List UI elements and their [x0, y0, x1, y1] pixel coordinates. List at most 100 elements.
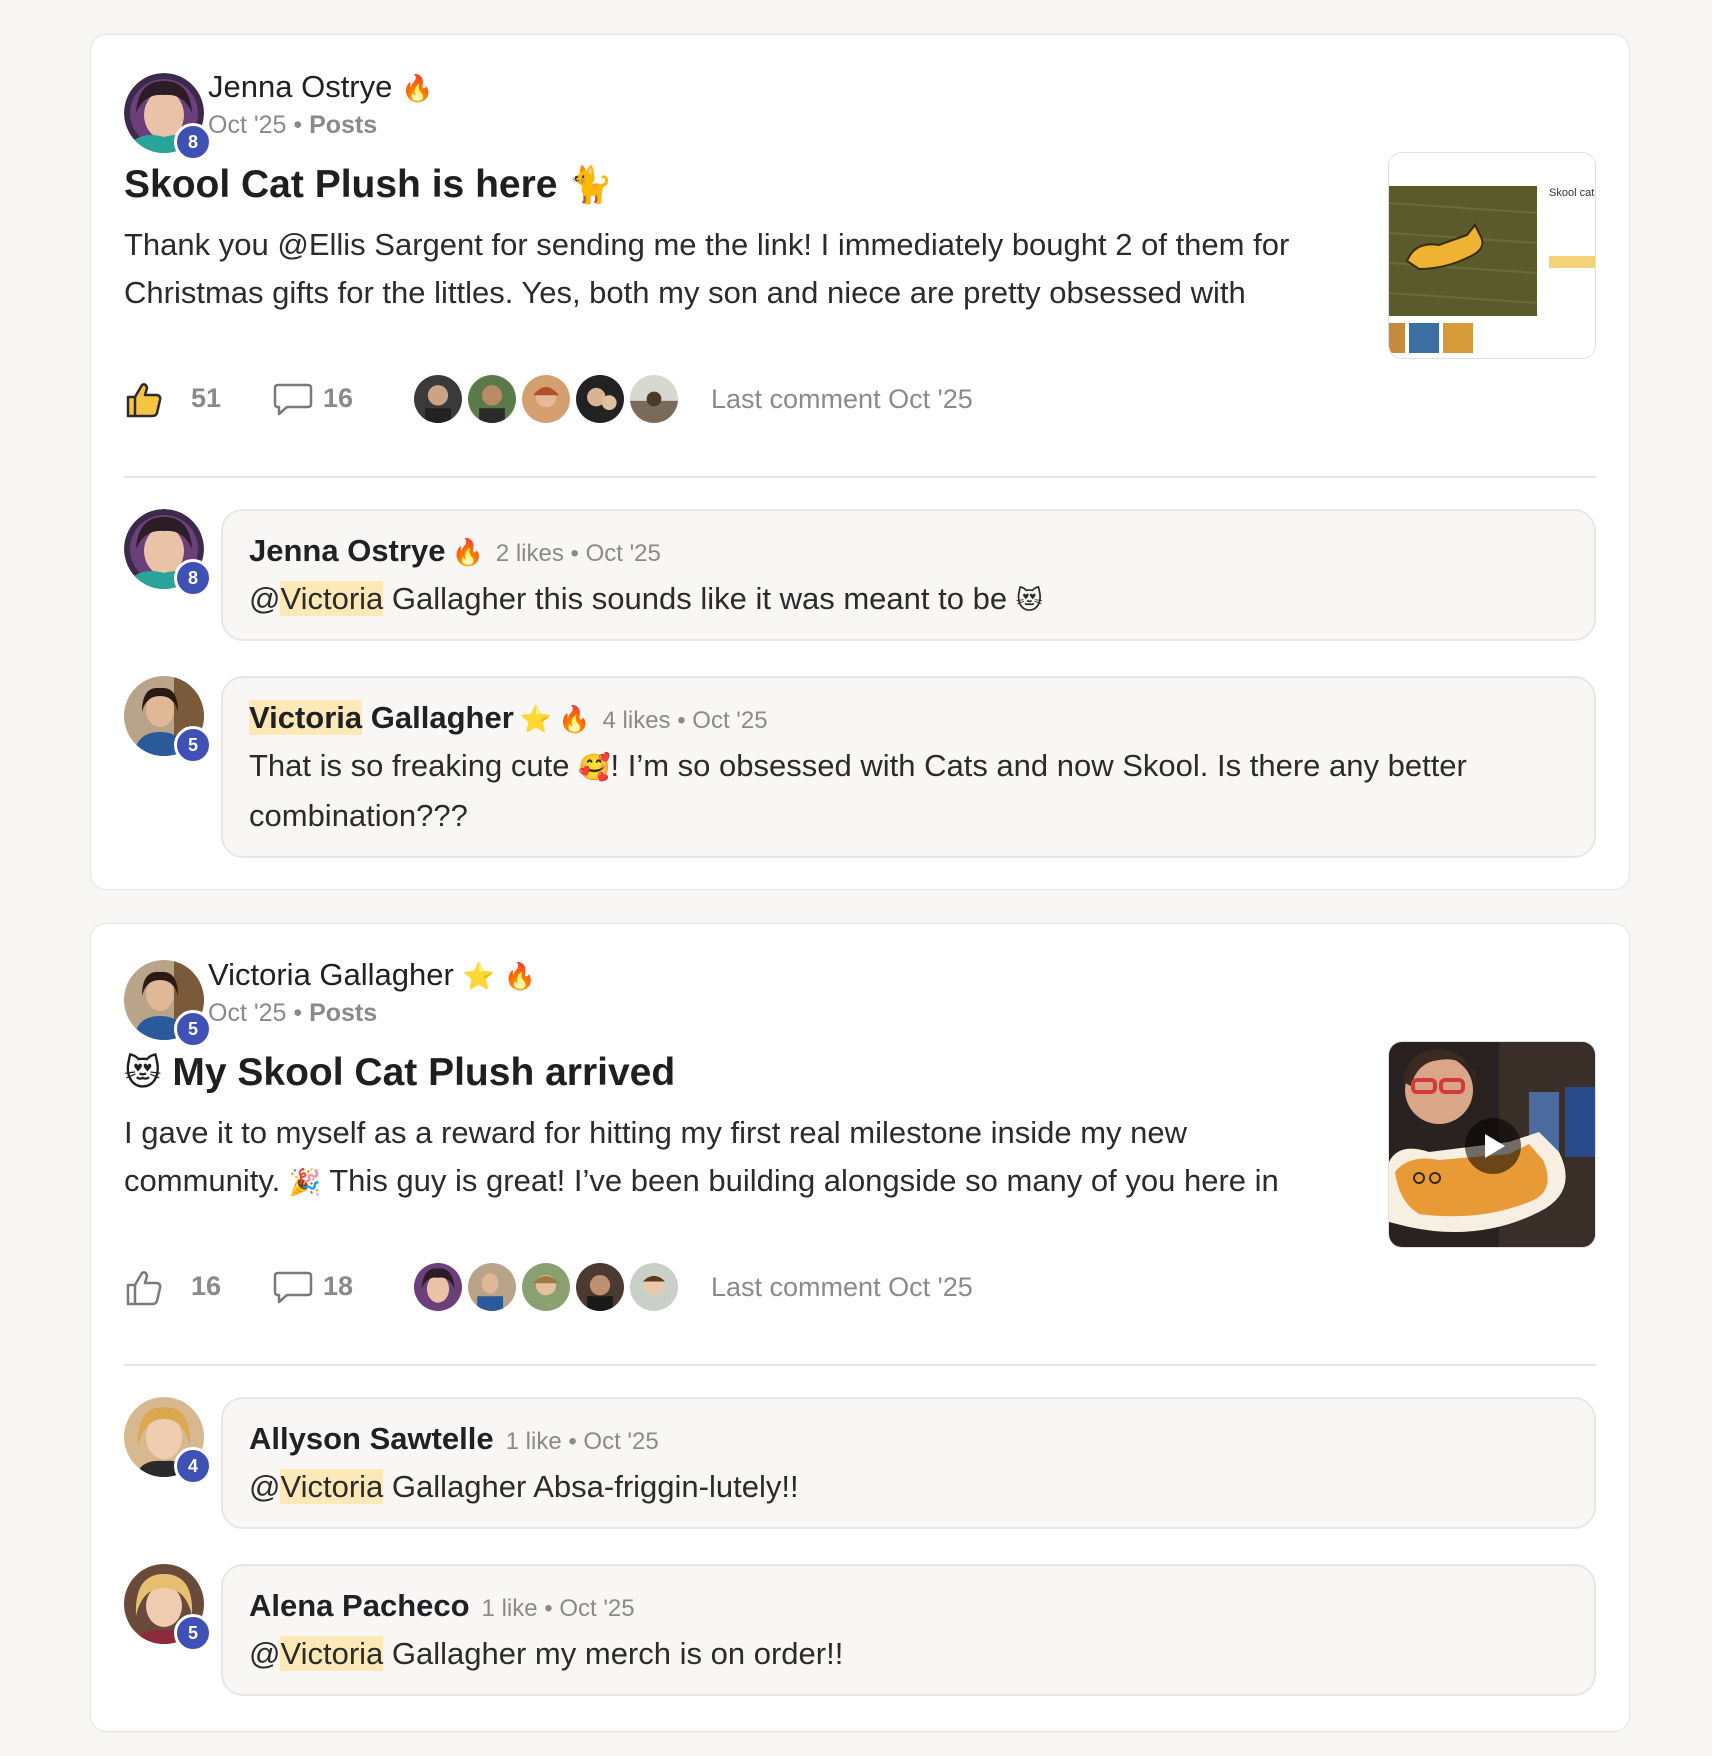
thumbs-up-icon[interactable]	[124, 1268, 164, 1308]
author-name-text[interactable]: Jenna Ostrye	[208, 69, 392, 104]
fire-icon: 🔥	[451, 538, 484, 568]
party-popper-emoji: 🎉	[288, 1168, 322, 1198]
mention[interactable]: Victoria	[280, 581, 384, 616]
comment-text: @Victoria Gallagher my merch is on order…	[249, 1636, 844, 1671]
video-thumbnail[interactable]	[1388, 1041, 1596, 1248]
comment-count: 16	[323, 383, 354, 413]
commenter-name[interactable]: Allyson Sawtelle	[249, 1421, 494, 1457]
commenter-avatar[interactable]: 5	[124, 1564, 212, 1652]
thumbnail-caption: Skool cat	[1549, 187, 1595, 199]
commenter-avatar[interactable]: 4	[124, 1397, 212, 1485]
comment-header: Allyson Sawtelle 1 like • Oct '25	[249, 1421, 659, 1457]
level-badge: 8	[174, 123, 212, 161]
comment-meta: 1 like • Oct '25	[481, 1595, 635, 1622]
post-card[interactable]: 5 Victoria Gallagher ⭐ 🔥 Oct '25 • Posts…	[90, 923, 1630, 1732]
like-count: 51	[191, 383, 222, 413]
post-body-text: community.	[124, 1163, 281, 1198]
speech-bubble-icon[interactable]	[273, 1269, 313, 1305]
fire-icon: 🔥	[401, 74, 434, 104]
post-body[interactable]: Thank you @Ellis Sargent for sending me …	[124, 221, 1324, 317]
comment-header: Jenna Ostrye 🔥 2 likes • Oct '25	[249, 533, 661, 569]
commenter-avatar	[628, 1261, 680, 1313]
like-count: 16	[191, 1271, 222, 1301]
heart-eyes-cat-emoji: 😻	[1015, 586, 1043, 616]
cat-emoji: 🐈	[568, 165, 614, 206]
comment-bubble[interactable]: Jenna Ostrye 🔥 2 likes • Oct '25 @Victor…	[221, 509, 1596, 641]
commenter-avatar	[520, 1261, 572, 1313]
post-card[interactable]: 8 Jenna Ostrye 🔥 Oct '25 • Posts Skool C…	[90, 34, 1630, 890]
recent-commenters[interactable]	[412, 1261, 682, 1313]
post-category[interactable]: Posts	[309, 111, 377, 139]
level-badge: 5	[174, 1010, 212, 1048]
post-title-text[interactable]: Skool Cat Plush is here	[124, 163, 557, 206]
commenter-name[interactable]: Victoria Gallagher	[249, 700, 514, 736]
author-name[interactable]: Jenna Ostrye 🔥	[208, 69, 433, 105]
post-meta: Oct '25 • Posts	[208, 111, 378, 139]
commenter-name[interactable]: Alena Pacheco	[249, 1588, 470, 1624]
star-icon: ⭐	[462, 962, 495, 992]
comment-text: @Victoria Gallagher this sounds like it …	[249, 581, 1043, 616]
smiling-hearts-emoji: 🥰	[578, 753, 611, 783]
commenter-avatar[interactable]: 8	[124, 509, 212, 597]
comment-header: Alena Pacheco 1 like • Oct '25	[249, 1588, 635, 1624]
post-body[interactable]: I gave it to myself as a reward for hitt…	[124, 1109, 1324, 1207]
level-badge: 8	[174, 559, 212, 597]
commenter-name-rest: Gallagher	[362, 700, 514, 735]
comment-count: 18	[323, 1271, 354, 1301]
author-name[interactable]: Victoria Gallagher ⭐ 🔥	[208, 957, 536, 993]
post-title[interactable]: Skool Cat Plush is here 🐈	[124, 163, 613, 207]
commenter-avatar[interactable]: 5	[124, 676, 212, 764]
product-screenshot-image	[1389, 153, 1595, 358]
post-divider	[124, 1364, 1596, 1366]
comment-text-part: ! I’m so obsessed with Cats and now Skoo…	[610, 748, 1467, 783]
comment-text-body: Gallagher this sounds like it was meant …	[383, 581, 1008, 616]
post-meta: Oct '25 • Posts	[208, 999, 378, 1027]
commenter-name-highlight: Victoria	[249, 700, 363, 735]
mention[interactable]: Victoria	[280, 1636, 384, 1671]
comment-text-part: combination???	[249, 798, 468, 833]
post-body-line: community. 🎉 This guy is great! I’ve bee…	[124, 1157, 1324, 1207]
thumbs-up-icon[interactable]	[124, 380, 164, 420]
level-badge: 4	[174, 1447, 212, 1485]
post-title[interactable]: 😻 My Skool Cat Plush arrived	[124, 1051, 675, 1095]
post-category[interactable]: Posts	[309, 999, 377, 1027]
comment-bubble[interactable]: Allyson Sawtelle 1 like • Oct '25 @Victo…	[221, 1397, 1596, 1529]
author-avatar[interactable]: 8	[124, 73, 212, 161]
post-body-text: This guy is great! I’ve been building al…	[329, 1163, 1279, 1198]
speech-bubble-icon[interactable]	[273, 381, 313, 417]
level-badge: 5	[174, 1614, 212, 1652]
post-thumbnail[interactable]: Skool cat	[1388, 152, 1596, 359]
recent-commenters[interactable]	[412, 373, 682, 425]
comment-bubble[interactable]: Alena Pacheco 1 like • Oct '25 @Victoria…	[221, 1564, 1596, 1696]
post-divider	[124, 476, 1596, 478]
comment-text-body: Gallagher my merch is on order!!	[383, 1636, 844, 1671]
post-title-text[interactable]: My Skool Cat Plush arrived	[172, 1051, 675, 1094]
comment-bubble[interactable]: Victoria Gallagher ⭐ 🔥 4 likes • Oct '25…	[221, 676, 1596, 858]
post-date: Oct '25	[208, 999, 287, 1027]
commenter-avatar	[574, 373, 626, 425]
commenter-avatar	[412, 373, 464, 425]
fire-icon: 🔥	[503, 962, 536, 992]
commenter-avatar	[466, 1261, 518, 1313]
video-still-image	[1389, 1042, 1595, 1247]
author-avatar[interactable]: 5	[124, 960, 212, 1048]
post-body-line: Christmas gifts for the littles. Yes, bo…	[124, 275, 1246, 310]
author-name-text[interactable]: Victoria Gallagher	[208, 957, 454, 992]
post-body-line: Thank you @Ellis Sargent for sending me …	[124, 227, 1290, 262]
comment-text: @Victoria Gallagher Absa-friggin-lutely!…	[249, 1469, 799, 1504]
commenter-avatar	[520, 373, 572, 425]
commenter-name[interactable]: Jenna Ostrye	[249, 533, 445, 569]
last-comment-label[interactable]: Last comment Oct '25	[711, 384, 973, 415]
mention[interactable]: Victoria	[280, 1469, 384, 1504]
post-body-line: I gave it to myself as a reward for hitt…	[124, 1115, 1188, 1150]
commenter-avatar	[628, 373, 680, 425]
level-badge: 5	[174, 726, 212, 764]
commenter-avatar	[412, 1261, 464, 1313]
commenter-avatar	[574, 1261, 626, 1313]
last-comment-label[interactable]: Last comment Oct '25	[711, 1272, 973, 1303]
fire-icon: 🔥	[558, 705, 591, 735]
comment-text: That is so freaking cute 🥰! I’m so obses…	[249, 742, 1569, 840]
comment-meta: 1 like • Oct '25	[505, 1428, 659, 1455]
star-icon: ⭐	[519, 705, 553, 735]
comment-meta: 4 likes • Oct '25	[602, 707, 768, 734]
